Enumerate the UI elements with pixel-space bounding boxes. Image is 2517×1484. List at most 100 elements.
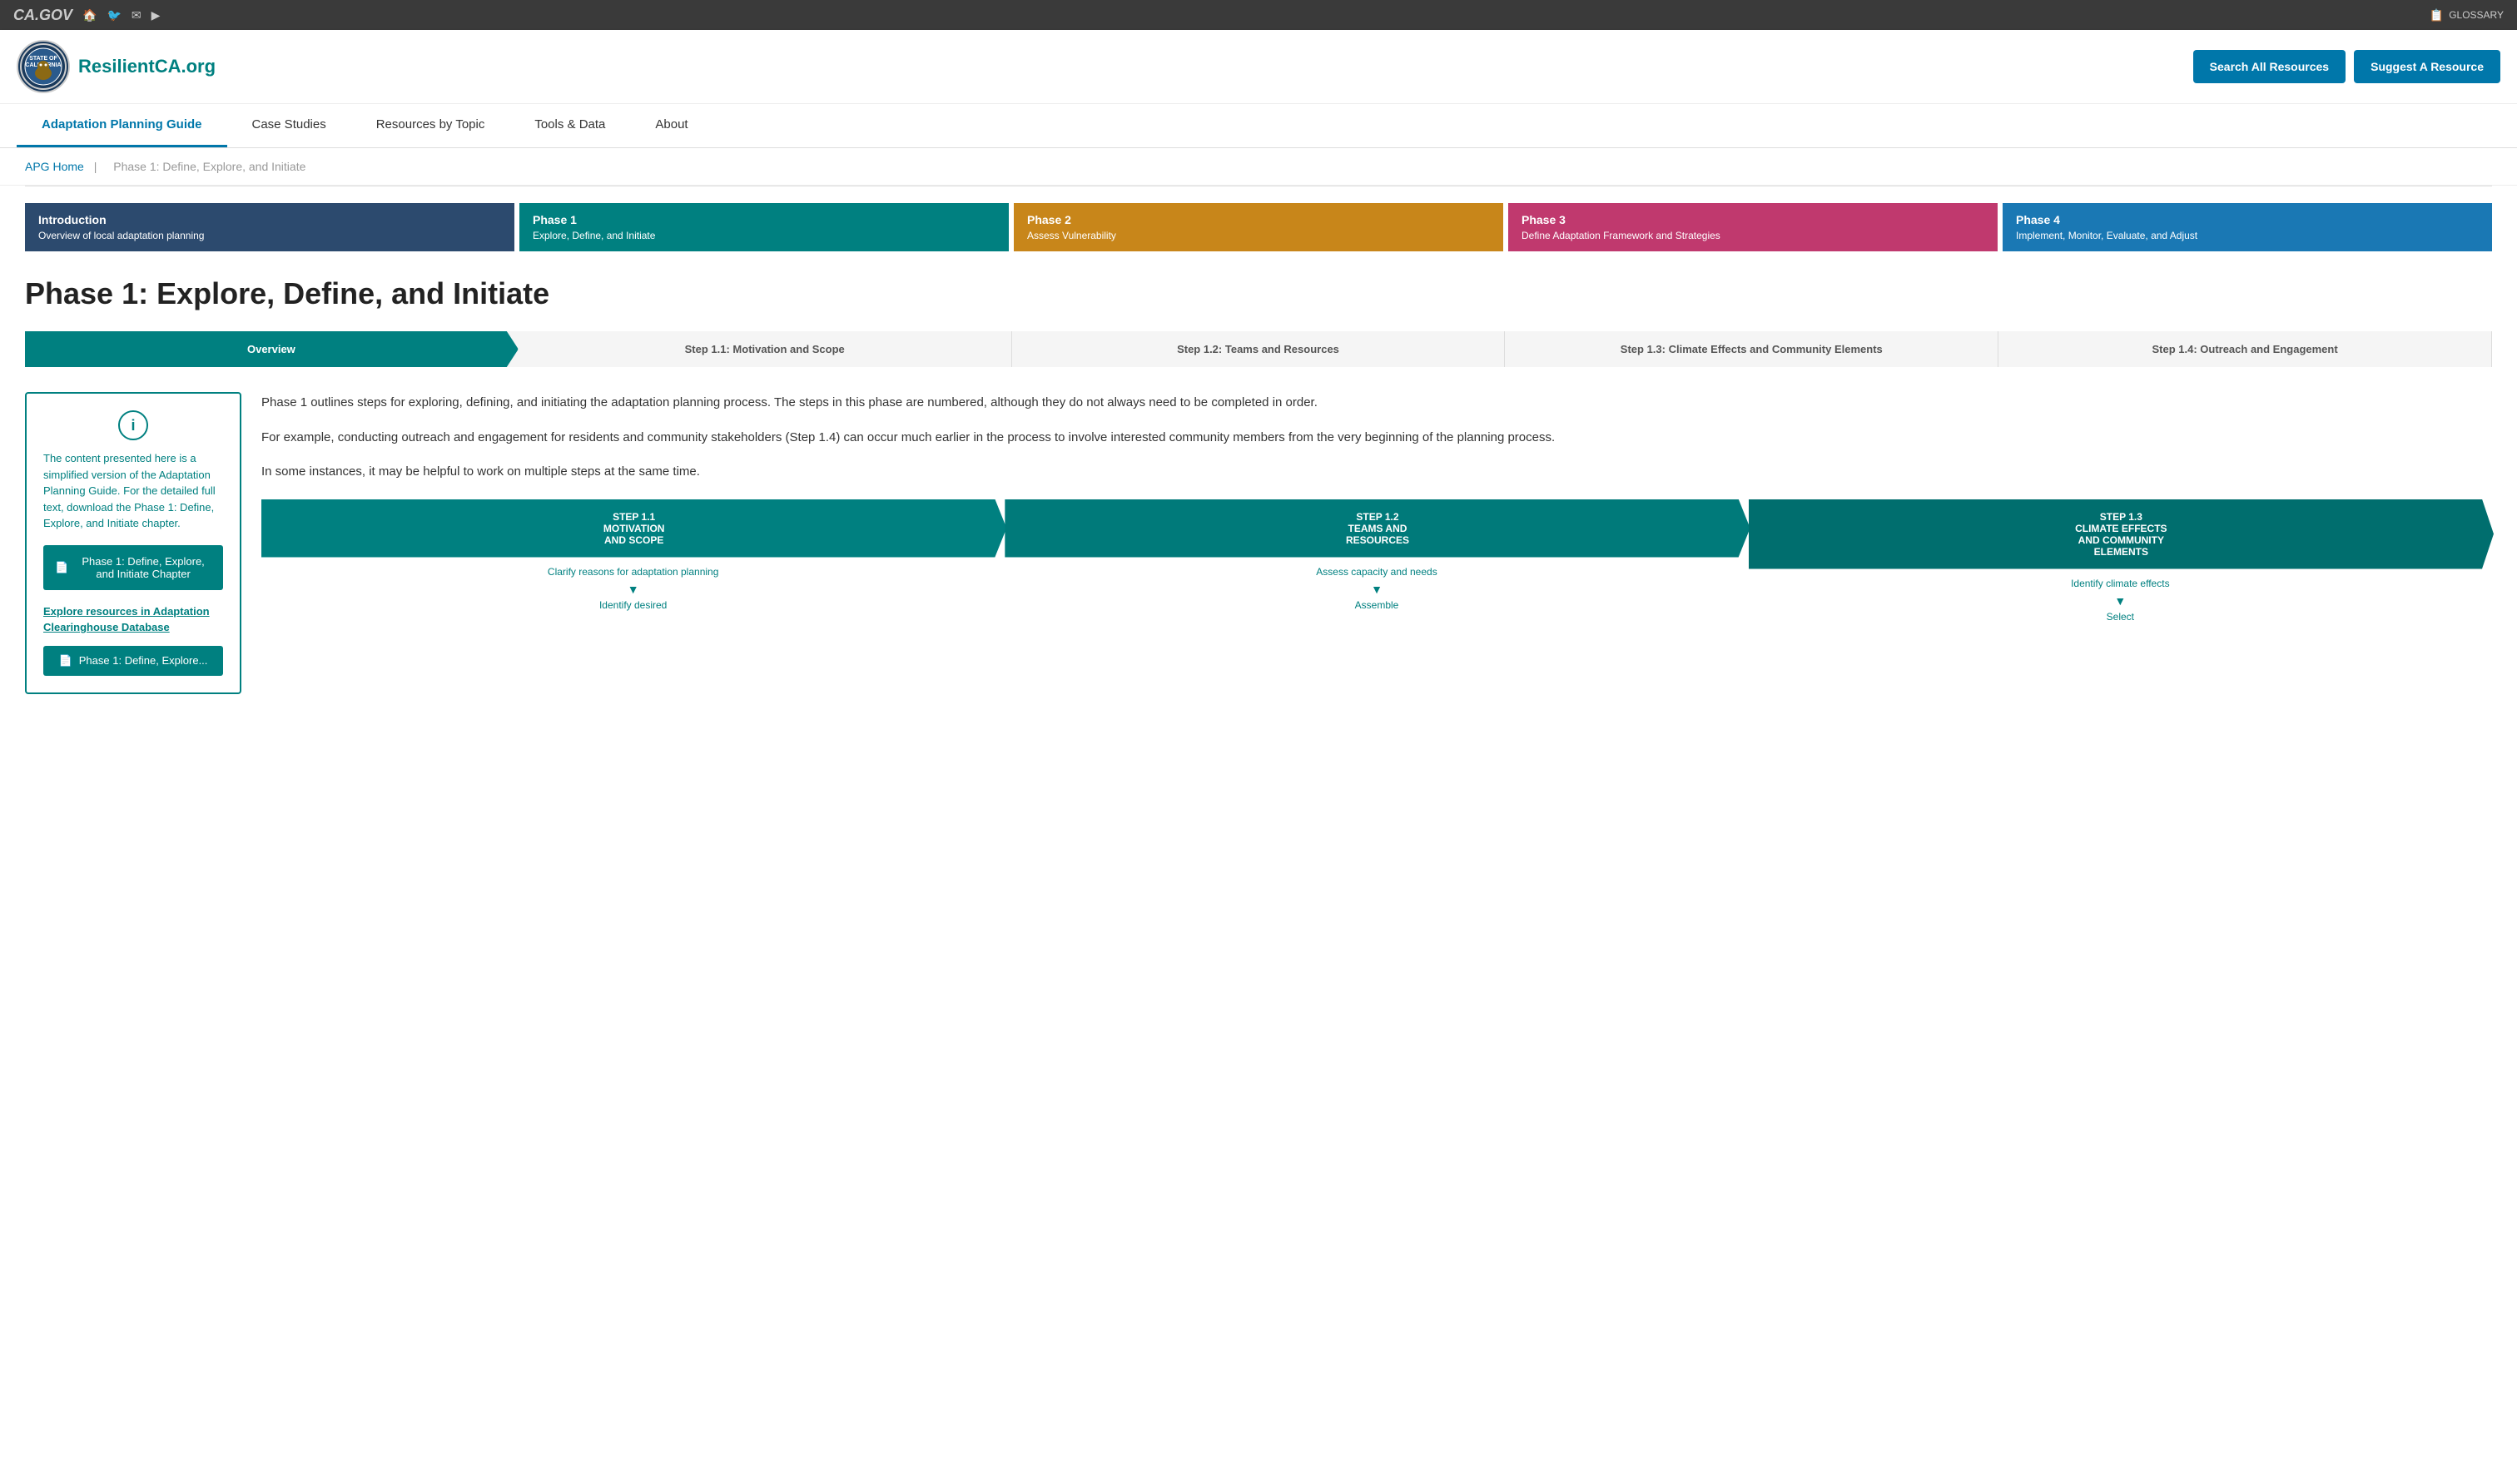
svg-text:STATE OF: STATE OF: [29, 56, 57, 62]
explore-phase1-button[interactable]: 📄 Phase 1: Define, Explore...: [43, 646, 223, 676]
body-paragraph-3: In some instances, it may be helpful to …: [261, 461, 2492, 483]
tab-phase3[interactable]: Phase 3 Define Adaptation Framework and …: [1508, 203, 1998, 251]
diagram-step-3: STEP 1.3 CLIMATE EFFECTS AND COMMUNITY E…: [1749, 499, 2492, 636]
diagram-step3-title: CLIMATE EFFECTS: [2075, 523, 2167, 534]
tab-phase4-title: Phase 4: [2016, 213, 2479, 226]
diagram-step3-items: Identify climate effects ▼ Select: [1749, 569, 2492, 636]
breadcrumb-home[interactable]: APG Home: [25, 160, 84, 173]
step-1-1-label: Step 1.1: Motivation and Scope: [685, 343, 845, 355]
step-1-3[interactable]: Step 1.3: Climate Effects and Community …: [1505, 331, 1998, 367]
diagram-step2-title2: RESOURCES: [1346, 534, 1409, 546]
diagram-step3-title2: AND COMMUNITY: [2075, 534, 2167, 546]
glossary-label: GLOSSARY: [2449, 9, 2504, 21]
tab-intro-sub: Overview of local adaptation planning: [38, 230, 501, 241]
twitter-icon[interactable]: 🐦: [107, 8, 121, 22]
tab-phase3-sub: Define Adaptation Framework and Strategi…: [1522, 230, 1984, 241]
step-1-3-label: Step 1.3: Climate Effects and Community …: [1621, 343, 1883, 355]
step-1-1[interactable]: Step 1.1: Motivation and Scope: [519, 331, 1012, 367]
header-buttons: Search All Resources Suggest A Resource: [2193, 50, 2500, 83]
sidebar-card: i The content presented here is a simpli…: [25, 392, 241, 694]
email-icon[interactable]: ✉: [132, 8, 141, 22]
diagram-step1-header: STEP 1.1 MOTIVATION AND SCOPE: [261, 499, 1006, 558]
tab-phase2[interactable]: Phase 2 Assess Vulnerability: [1014, 203, 1503, 251]
doc-icon-2: 📄: [59, 654, 72, 668]
doc-icon: 📄: [55, 561, 68, 574]
diagram-step-2: STEP 1.2 TEAMS AND RESOURCES Assess capa…: [1005, 499, 1748, 624]
diagram-step3-item1: Identify climate effects: [1754, 578, 2487, 589]
step-overview[interactable]: Overview: [25, 331, 519, 367]
step-1-4-label: Step 1.4: Outreach and Engagement: [2152, 343, 2337, 355]
tab-phase1[interactable]: Phase 1 Explore, Define, and Initiate: [519, 203, 1009, 251]
main-nav: Adaptation Planning Guide Case Studies R…: [0, 104, 2517, 148]
step-diagram: STEP 1.1 MOTIVATION AND SCOPE Clarify re…: [261, 499, 2492, 636]
diagram-step3-num: STEP 1.3: [2075, 511, 2167, 523]
nav-adaptation-planning-guide[interactable]: Adaptation Planning Guide: [17, 104, 227, 147]
steps-nav: Overview Step 1.1: Motivation and Scope …: [25, 331, 2492, 367]
social-icons: 🏠 🐦 ✉ ▶: [82, 8, 160, 22]
nav-resources-by-topic[interactable]: Resources by Topic: [351, 104, 510, 145]
home-icon[interactable]: 🏠: [82, 8, 97, 22]
youtube-icon[interactable]: ▶: [151, 8, 161, 22]
breadcrumb: APG Home | Phase 1: Define, Explore, and…: [0, 148, 2517, 186]
tab-phase2-sub: Assess Vulnerability: [1027, 230, 1490, 241]
tab-phase1-title: Phase 1: [533, 213, 995, 226]
diagram-step-1: STEP 1.1 MOTIVATION AND SCOPE Clarify re…: [261, 499, 1005, 624]
diagram-step3-header: STEP 1.3 CLIMATE EFFECTS AND COMMUNITY E…: [1749, 499, 2494, 569]
step-overview-label: Overview: [247, 343, 295, 355]
step-1-4[interactable]: Step 1.4: Outreach and Engagement: [1998, 331, 2492, 367]
diagram-step2-items: Assess capacity and needs ▼ Assemble: [1005, 558, 1748, 624]
sidebar-info-text: The content presented here is a simplifi…: [43, 450, 223, 532]
site-logo: STATE OF CALIFORNIA: [17, 40, 70, 93]
btn-explore-label: Phase 1: Define, Explore...: [79, 654, 208, 667]
glossary-book-icon: 📋: [2430, 8, 2444, 22]
diagram-step1-title: MOTIVATION: [603, 523, 665, 534]
diagram-step2-header: STEP 1.2 TEAMS AND RESOURCES: [1005, 499, 1750, 558]
site-header: STATE OF CALIFORNIA ResilientCA.org Sear…: [0, 30, 2517, 104]
page-title: Phase 1: Explore, Define, and Initiate: [25, 276, 2492, 311]
suggest-resource-button[interactable]: Suggest A Resource: [2354, 50, 2500, 83]
nav-tools-data[interactable]: Tools & Data: [509, 104, 630, 145]
diagram-step1-item1: Clarify reasons for adaptation planning: [266, 566, 1000, 578]
tab-phase4-sub: Implement, Monitor, Evaluate, and Adjust: [2016, 230, 2479, 241]
diagram-step2-title: TEAMS AND: [1346, 523, 1409, 534]
nav-about[interactable]: About: [630, 104, 712, 145]
top-bar: CA.GOV 🏠 🐦 ✉ ▶ 📋 GLOSSARY: [0, 0, 2517, 30]
body-paragraph-1: Phase 1 outlines steps for exploring, de…: [261, 392, 2492, 414]
tab-intro-title: Introduction: [38, 213, 501, 226]
explore-clearinghouse-link[interactable]: Explore resources in Adaptation Clearing…: [43, 603, 223, 636]
top-bar-left: CA.GOV 🏠 🐦 ✉ ▶: [13, 7, 160, 24]
body-content: Phase 1 outlines steps for exploring, de…: [261, 392, 2492, 694]
diagram-step1-item2: Identify desired: [266, 599, 1000, 611]
breadcrumb-separator: |: [94, 160, 97, 173]
step-1-2[interactable]: Step 1.2: Teams and Resources: [1012, 331, 1506, 367]
tab-phase1-sub: Explore, Define, and Initiate: [533, 230, 995, 241]
content-area: Phase 1: Explore, Define, and Initiate O…: [0, 251, 2517, 711]
nav-case-studies[interactable]: Case Studies: [227, 104, 351, 145]
breadcrumb-current: Phase 1: Define, Explore, and Initiate: [113, 160, 305, 173]
btn-chapter-label: Phase 1: Define, Explore, and Initiate C…: [75, 555, 211, 580]
arrow3: ▼: [1754, 594, 2487, 608]
diagram-step2-item1: Assess capacity and needs: [1010, 566, 1743, 578]
site-name: ResilientCA.org: [78, 56, 216, 77]
diagram-step2-num: STEP 1.2: [1346, 511, 1409, 523]
diagram-step3-item2: Select: [1754, 611, 2487, 623]
arrow1: ▼: [266, 583, 1000, 596]
download-chapter-button[interactable]: 📄 Phase 1: Define, Explore, and Initiate…: [43, 545, 223, 590]
arrow2: ▼: [1010, 583, 1743, 596]
diagram-step1-items: Clarify reasons for adaptation planning …: [261, 558, 1005, 624]
search-all-resources-button[interactable]: Search All Resources: [2193, 50, 2346, 83]
tab-phase3-title: Phase 3: [1522, 213, 1984, 226]
phase-tabs: Introduction Overview of local adaptatio…: [0, 186, 2517, 251]
tab-phase2-title: Phase 2: [1027, 213, 1490, 226]
step-1-2-label: Step 1.2: Teams and Resources: [1177, 343, 1339, 355]
ca-gov-logo: CA.GOV: [13, 7, 72, 24]
sidebar-info-icon-area: i: [43, 410, 223, 440]
body-paragraph-2: For example, conducting outreach and eng…: [261, 427, 2492, 449]
glossary-area[interactable]: 📋 GLOSSARY: [2430, 8, 2504, 22]
diagram-step2-item2: Assemble: [1010, 599, 1743, 611]
diagram-step3-title3: ELEMENTS: [2075, 546, 2167, 558]
logo-area: STATE OF CALIFORNIA ResilientCA.org: [17, 40, 216, 93]
diagram-step1-title2: AND SCOPE: [603, 534, 665, 546]
tab-phase4[interactable]: Phase 4 Implement, Monitor, Evaluate, an…: [2003, 203, 2492, 251]
tab-introduction[interactable]: Introduction Overview of local adaptatio…: [25, 203, 514, 251]
